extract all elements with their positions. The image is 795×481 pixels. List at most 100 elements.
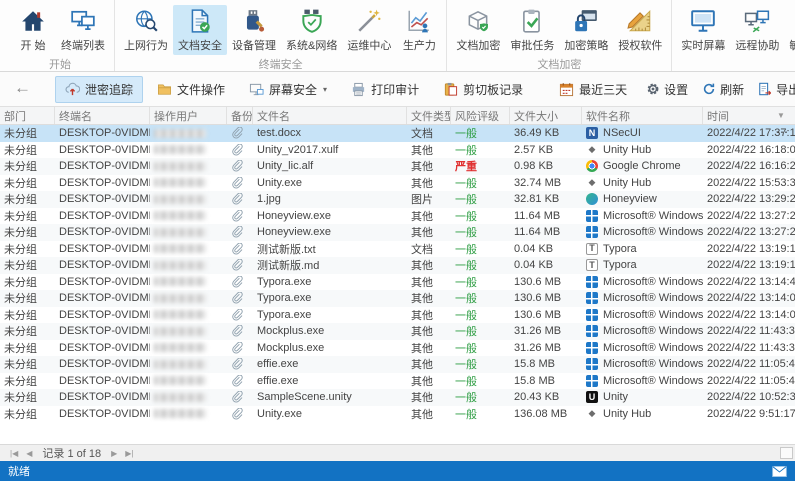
col-header-terminal[interactable]: 终端名 — [55, 107, 150, 124]
ribbon-item-licensed-software[interactable]: 授权软件 — [613, 5, 667, 55]
cell-backup[interactable] — [227, 356, 253, 373]
cell-department: 未分组 — [4, 309, 37, 322]
pager-first-button[interactable]: |◀ — [6, 449, 22, 458]
col-header-risk[interactable]: 风险评级 — [451, 107, 510, 124]
table-row[interactable]: 未分组 DESKTOP-0VIDMDJ Typora.exe 其他 一般 130.6 MB… — [0, 307, 795, 324]
unity-icon: U — [586, 391, 598, 404]
ribbon-item-home[interactable]: 开 始 — [10, 5, 56, 55]
cell-backup[interactable] — [227, 208, 253, 225]
cell-backup[interactable] — [227, 224, 253, 241]
ribbon-item-realtime-screen[interactable]: 实时屏幕 — [676, 5, 730, 55]
col-header-filetype[interactable]: 文件类型 — [407, 107, 451, 124]
table-row[interactable]: 未分组 DESKTOP-0VIDMDJ Unity.exe 其他 一般 32.74 MB ◆… — [0, 175, 795, 192]
refresh-button[interactable]: 刷新 — [695, 78, 751, 101]
ribbon-item-remote-assist[interactable]: 远程协助 — [730, 5, 784, 55]
col-header-software[interactable]: 软件名称 — [582, 107, 703, 124]
cell-operator-redacted — [150, 373, 227, 390]
cell-department: 未分组 — [4, 342, 37, 355]
tab-screen-security[interactable]: 屏幕安全 ▾ — [239, 76, 337, 103]
cell-terminal: DESKTOP-0VIDMDJ — [59, 160, 150, 173]
table-row[interactable]: 未分组 DESKTOP-0VIDMDJ effie.exe 其他 一般 15.8 MB Mi… — [0, 356, 795, 373]
cell-time: 2022/4/22 13:14:09 — [707, 292, 795, 305]
cell-backup[interactable] — [227, 373, 253, 390]
cell-backup[interactable] — [227, 158, 253, 175]
cell-software: Microsoft® Windows® Oper... — [582, 208, 703, 225]
table-row[interactable]: 未分组 DESKTOP-0VIDMDJ Unity.exe 其他 一般 136.08 MB… — [0, 406, 795, 423]
table-row[interactable]: 未分组 DESKTOP-0VIDMDJ test.docx 文档 一般 36.49 KB N… — [0, 125, 795, 142]
tab-print-audit[interactable]: 打印审计 — [341, 76, 429, 103]
cell-backup[interactable] — [227, 340, 253, 357]
table-row[interactable]: 未分组 DESKTOP-0VIDMDJ Honeyview.exe 其他 一般 11.64… — [0, 208, 795, 225]
cell-backup[interactable] — [227, 406, 253, 423]
ribbon-item-encrypt-policy[interactable]: 加密策略 — [559, 5, 613, 55]
col-header-department[interactable]: 部门 — [0, 107, 55, 124]
pager-prev-button[interactable]: ◀ — [22, 449, 36, 458]
table-row[interactable]: 未分组 DESKTOP-0VIDMDJ effie.exe 其他 一般 15.8 MB Mi… — [0, 373, 795, 390]
table-row[interactable]: 未分组 DESKTOP-0VIDMDJ 测试新版.md 其他 一般 0.04 KB TTyp… — [0, 257, 795, 274]
cell-backup[interactable] — [227, 191, 253, 208]
cell-filesize: 36.49 KB — [514, 127, 560, 140]
cell-backup[interactable] — [227, 142, 253, 159]
cell-software: T Typora — [582, 257, 703, 274]
ribbon-item-document-security[interactable]: 文档安全 — [173, 5, 227, 55]
table-row[interactable]: 未分组 DESKTOP-0VIDMDJ Unity_v2017.xulf 其他 一般 2.… — [0, 142, 795, 159]
ribbon-group-tools: 实时屏幕 远程协助 敏感内容扫描 库&模板 报表中心 — [672, 0, 795, 71]
tab-leak-trace[interactable]: 泄密追踪 — [55, 75, 144, 103]
scrollbar-stub[interactable] — [780, 447, 793, 459]
cell-backup[interactable] — [227, 257, 253, 274]
ribbon-item-terminal-list[interactable]: 终端列表 — [56, 5, 110, 55]
table-row[interactable]: 未分组 DESKTOP-0VIDMDJ SampleScene.unity 其他 一般 2… — [0, 389, 795, 406]
export-button[interactable]: 导出 — [751, 78, 795, 101]
col-header-filesize[interactable]: 文件大小 — [510, 107, 582, 124]
ribbon-item-web-behavior[interactable]: 上网行为 — [119, 5, 173, 55]
col-header-filename[interactable]: 文件名 — [253, 107, 407, 124]
sort-arrow-icon[interactable]: ▼ — [777, 111, 785, 120]
date-range-filter[interactable]: 最近三天 — [549, 76, 637, 103]
cell-backup[interactable] — [227, 274, 253, 291]
table-row[interactable]: 未分组 DESKTOP-0VIDMDJ Unity_lic.alf 其他 严重 0.98 … — [0, 158, 795, 175]
cell-backup[interactable] — [227, 389, 253, 406]
redacted-text — [154, 359, 206, 369]
ribbon-item-ops-center[interactable]: 运维中心 — [342, 5, 396, 55]
row-actions-ellipsis[interactable]: ⋯ — [776, 125, 789, 139]
settings-button[interactable]: 设置 — [639, 78, 695, 101]
cell-department: 未分组 — [4, 326, 37, 339]
tab-clipboard-records[interactable]: 剪切板记录 — [433, 76, 533, 103]
table-row[interactable]: 未分组 DESKTOP-0VIDMDJ Mockplus.exe 其他 一般 31.26 … — [0, 323, 795, 340]
cell-backup[interactable] — [227, 125, 253, 142]
cell-backup[interactable] — [227, 323, 253, 340]
cell-department: 未分组 — [4, 276, 37, 289]
ribbon-item-device-management[interactable]: 设备管理 — [227, 5, 281, 55]
pager-next-button[interactable]: ▶ — [107, 449, 121, 458]
table-row[interactable]: 未分组 DESKTOP-0VIDMDJ 测试新版.txt 文档 一般 0.04 KB TTy… — [0, 241, 795, 258]
message-envelope-icon[interactable] — [772, 465, 787, 477]
ribbon-item-sensitive-scan[interactable]: 敏感内容扫描 — [784, 5, 795, 55]
cell-backup[interactable] — [227, 307, 253, 324]
windows-icon — [586, 292, 598, 305]
back-button[interactable]: ← — [8, 78, 41, 100]
table-header: 部门 终端名 操作用户 备份 文件名 文件类型 风险评级 文件大小 软件名称 时… — [0, 107, 795, 125]
table-row[interactable]: 未分组 DESKTOP-0VIDMDJ Mockplus.exe 其他 一般 31.26 … — [0, 340, 795, 357]
pager-last-button[interactable]: ▶| — [121, 449, 137, 458]
cell-operator-redacted — [150, 290, 227, 307]
folder-icon — [158, 83, 171, 95]
ribbon-item-doc-encrypt[interactable]: 文档加密 — [451, 5, 505, 55]
table-row[interactable]: 未分组 DESKTOP-0VIDMDJ Typora.exe 其他 一般 130.6 MB… — [0, 290, 795, 307]
cell-backup[interactable] — [227, 241, 253, 258]
ribbon-item-system-network[interactable]: 系统&网络 — [281, 5, 342, 55]
cell-backup[interactable] — [227, 290, 253, 307]
col-header-time[interactable]: 时间 ▼ — [703, 107, 795, 124]
paperclip-icon — [232, 407, 243, 420]
table-row[interactable]: 未分组 DESKTOP-0VIDMDJ Typora.exe 其他 一般 130.6 MB… — [0, 274, 795, 291]
cell-time: 2022/4/22 11:05:45 — [707, 358, 795, 371]
tab-file-operations[interactable]: 文件操作 — [147, 76, 235, 103]
ribbon-item-productivity[interactable]: 生产力 — [396, 5, 442, 55]
ribbon-item-approval-tasks[interactable]: 审批任务 — [505, 5, 559, 55]
cell-backup[interactable] — [227, 175, 253, 192]
col-header-backup[interactable]: 备份 — [227, 107, 253, 124]
col-header-operator[interactable]: 操作用户 — [150, 107, 227, 124]
table-row[interactable]: 未分组 DESKTOP-0VIDMDJ Honeyview.exe 其他 一般 11.64… — [0, 224, 795, 241]
table-row[interactable]: 未分组 DESKTOP-0VIDMDJ 1.jpg 图片 一般 32.81 KB Honey… — [0, 191, 795, 208]
cell-operator-redacted — [150, 323, 227, 340]
cell-risk: 一般 — [455, 260, 477, 273]
